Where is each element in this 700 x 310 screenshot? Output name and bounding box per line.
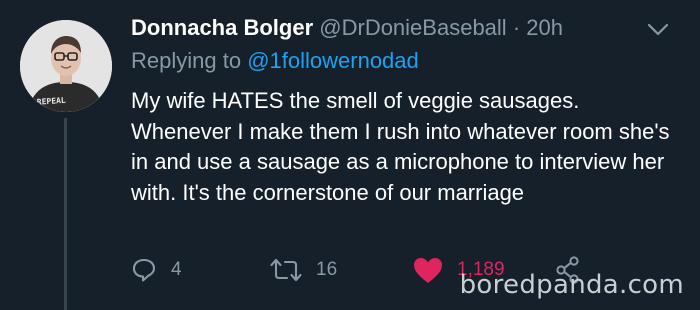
- replying-prefix: Replying to: [131, 48, 242, 73]
- separator: ·: [512, 15, 521, 40]
- watermark: boredpanda.com: [459, 270, 684, 300]
- timestamp[interactable]: 20h: [526, 15, 563, 40]
- thread-line: [64, 118, 67, 310]
- avatar[interactable]: REPEAL: [20, 20, 112, 112]
- tweet[interactable]: REPEAL Donnacha Bolger @DrDonieBaseball …: [0, 0, 700, 310]
- display-name[interactable]: Donnacha Bolger: [131, 15, 313, 40]
- retweet-icon: [270, 258, 302, 282]
- reply-mention-link[interactable]: @1followernodad: [247, 48, 419, 73]
- user-handle[interactable]: @DrDonieBaseball: [319, 15, 506, 40]
- tweet-text: My wife HATES the smell of veggie sausag…: [131, 88, 670, 205]
- chevron-down-icon[interactable]: [646, 20, 670, 40]
- retweet-button[interactable]: 16: [270, 252, 337, 288]
- heart-icon: [414, 257, 442, 283]
- reply-button[interactable]: 4: [131, 252, 182, 288]
- avatar-photo: REPEAL: [20, 20, 112, 112]
- reply-count: 4: [171, 259, 182, 280]
- retweet-count: 16: [316, 259, 338, 280]
- tweet-header: Donnacha Bolger @DrDonieBaseball · 20h: [131, 13, 640, 43]
- replying-to: Replying to @1followernodad: [131, 46, 419, 76]
- reply-icon: [132, 258, 156, 282]
